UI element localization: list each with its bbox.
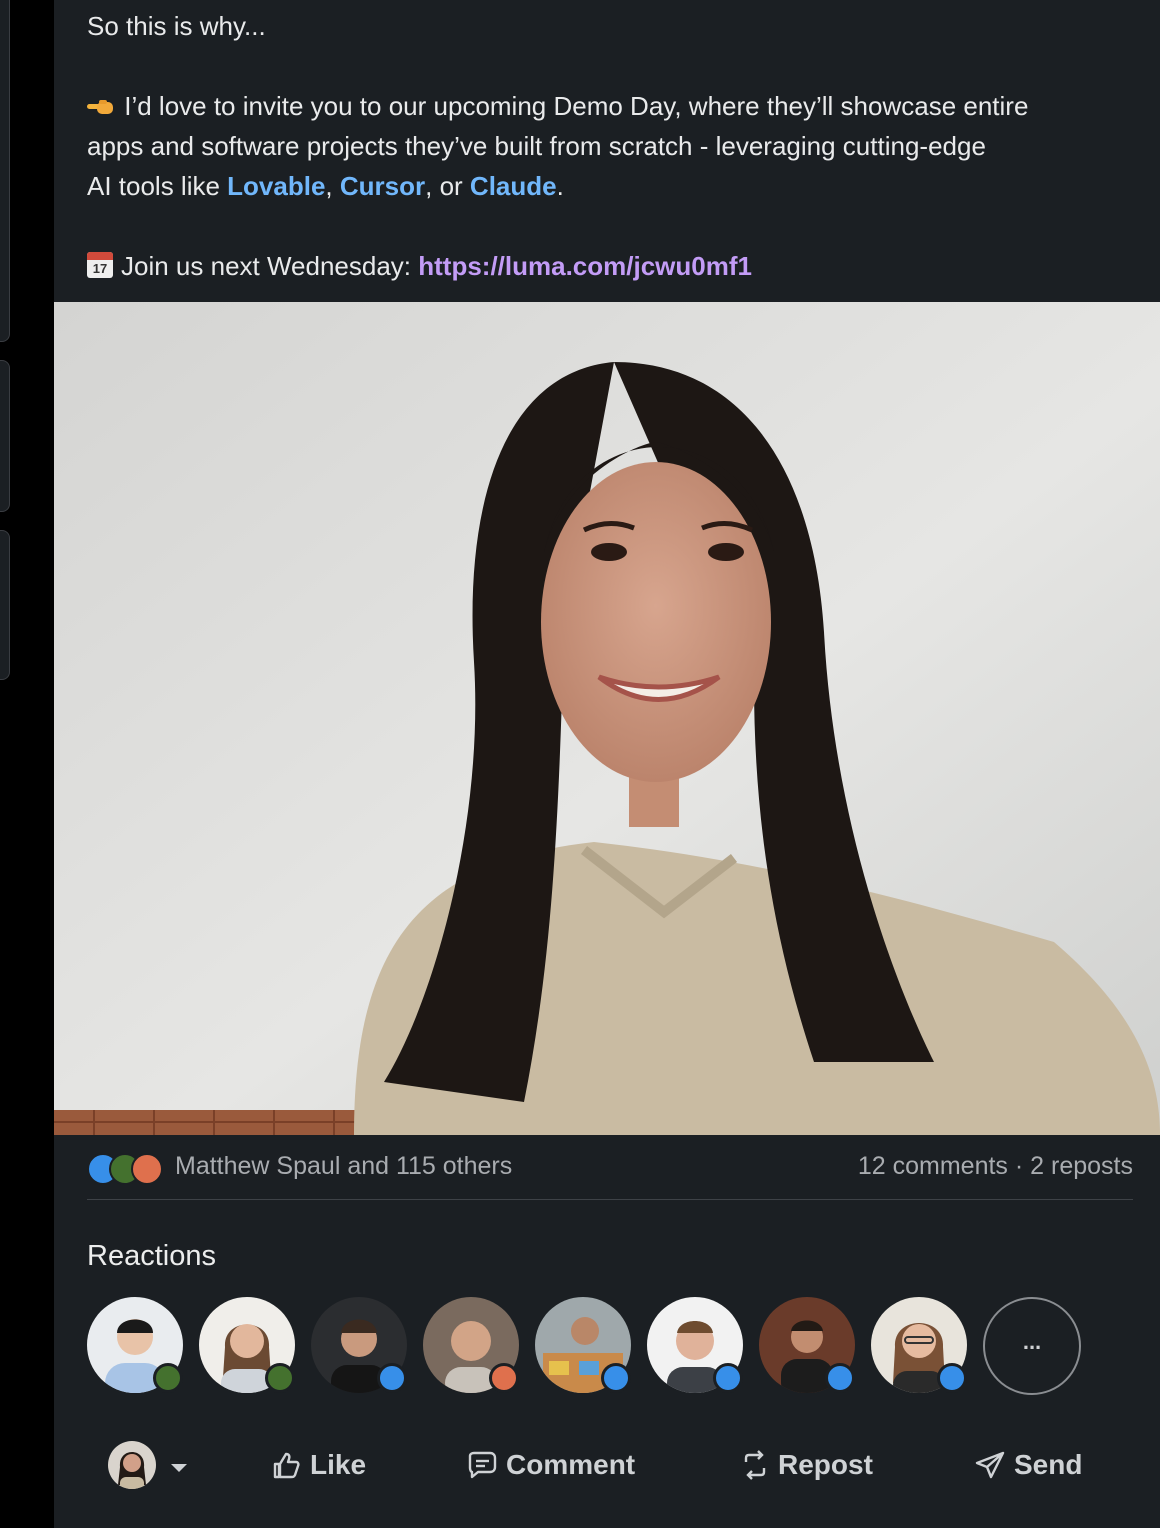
send-icon (975, 1451, 1005, 1479)
post-invite-line-2: apps and software projects they’ve built… (87, 131, 986, 161)
repost-button[interactable]: Repost (740, 1435, 873, 1495)
like-icon (937, 1363, 967, 1393)
reactions-avatars: ... (87, 1297, 1147, 1397)
rail-card (0, 530, 10, 680)
join-text: Join us next Wednesday: (121, 251, 419, 281)
reaction-summary[interactable] (87, 1153, 167, 1185)
like-icon (601, 1363, 631, 1393)
divider (87, 1199, 1133, 1200)
post-image[interactable] (54, 302, 1160, 1135)
repost-label: Repost (778, 1449, 873, 1480)
hashtag-link-cursor[interactable]: Cursor (340, 171, 425, 201)
hashtag-link-claude[interactable]: Claude (470, 171, 557, 201)
action-bar: Like Comment Repost Send (54, 1435, 1160, 1495)
feed-post: So this is why... I’d love to invite you… (54, 0, 1160, 1528)
comment-icon (468, 1451, 497, 1479)
like-icon (713, 1363, 743, 1393)
pointing-hand-icon (87, 88, 117, 128)
actor-selector[interactable] (108, 1435, 196, 1495)
more-reactions-button[interactable]: ... (983, 1297, 1081, 1395)
send-button[interactable]: Send (974, 1435, 1082, 1495)
comment-button[interactable]: Comment (466, 1435, 635, 1495)
love-icon (489, 1363, 519, 1393)
post-stats: Matthew Spaul and 115 others 12 comments… (87, 1147, 1133, 1187)
hashtag-link-lovable[interactable]: Lovable (227, 171, 325, 201)
send-label: Send (1014, 1449, 1083, 1480)
post-invite-line-1: I’d love to invite you to our upcoming D… (124, 91, 1029, 121)
thumbs-up-icon (273, 1452, 300, 1479)
reactions-title: Reactions (87, 1240, 216, 1272)
post-text: So this is why... I’d love to invite you… (87, 6, 1147, 286)
celebrate-icon (153, 1363, 183, 1393)
likers-text[interactable]: Matthew Spaul and 115 others (175, 1152, 512, 1181)
calendar-icon: 17 (87, 252, 113, 278)
like-icon (825, 1363, 855, 1393)
rail-card (0, 360, 10, 512)
celebrate-icon (265, 1363, 295, 1393)
left-rail (0, 0, 54, 1528)
post-line-intro: So this is why... (87, 11, 266, 41)
comment-label: Comment (506, 1449, 636, 1480)
like-button[interactable]: Like (272, 1435, 366, 1495)
repost-icon (744, 1450, 766, 1480)
love-icon (131, 1153, 163, 1185)
avatar (108, 1441, 156, 1489)
like-label: Like (310, 1449, 367, 1480)
rail-card (0, 0, 10, 342)
event-link[interactable]: https://luma.com/jcwu0mf1 (418, 251, 752, 281)
comments-reposts-count[interactable]: 12 comments · 2 reposts (858, 1152, 1133, 1181)
chevron-down-icon (170, 1449, 196, 1481)
post-tools-prefix: AI tools like (87, 171, 228, 201)
like-icon (377, 1363, 407, 1393)
